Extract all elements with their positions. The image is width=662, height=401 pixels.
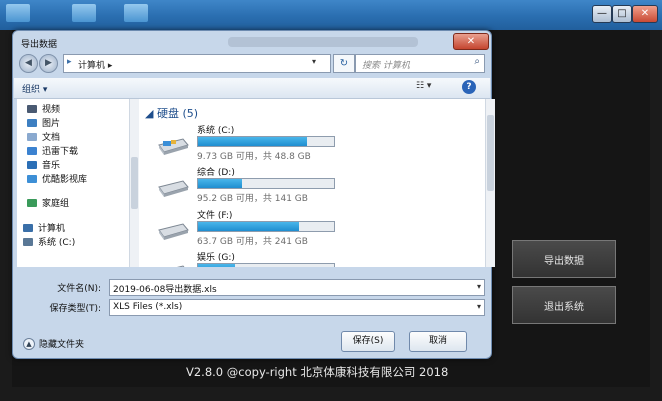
drive-item[interactable]: 文件 (F:) 63.7 GB 可用，共 241 GB xyxy=(157,208,457,252)
drive-item[interactable]: 娱乐 (G:) xyxy=(157,250,457,267)
sidebar-item[interactable]: 音乐 xyxy=(27,158,60,171)
sidebar-item-label: 图片 xyxy=(42,119,61,129)
library-icon xyxy=(27,174,37,183)
download-icon xyxy=(27,146,37,155)
sidebar-item[interactable]: 图片 xyxy=(27,116,60,129)
maximize-button[interactable]: □ xyxy=(612,5,632,23)
forward-icon[interactable]: ▶ xyxy=(39,54,58,73)
sidebar-item[interactable]: 优酷影视库 xyxy=(27,172,87,185)
filename-value: 2019-06-08导出数据.xls xyxy=(113,285,217,295)
hide-folders-label: 隐藏文件夹 xyxy=(39,340,85,350)
drive-usage-bar xyxy=(197,263,335,267)
navigation-bar: ◀ ▶ ▸ 计算机 ▸ ▾ ↻ 搜索 计算机 ⌕ xyxy=(19,53,485,73)
view-options-icon[interactable]: ☷ ▾ xyxy=(416,81,431,91)
dialog-title: 导出数据 xyxy=(21,40,58,50)
dialog-toolbar: 组织 ▾ ☷ ▾ ? xyxy=(14,78,490,99)
file-list-scroll-thumb[interactable] xyxy=(487,115,494,191)
sidebar-item[interactable]: 视频 xyxy=(27,102,60,115)
drive-space-info: 9.73 GB 可用，共 48.8 GB xyxy=(197,152,311,162)
hard-drive-icon xyxy=(158,138,189,155)
file-list-pane: ◢ 硬盘 (5) 系统 (C:) 9.73 GB 可用，共 48.8 GB 综合 (… xyxy=(139,99,485,267)
drive-c-icon xyxy=(23,237,33,246)
hard-drive-icon xyxy=(158,223,189,240)
picture-icon xyxy=(27,118,37,127)
homegroup-icon xyxy=(27,198,37,207)
filename-input[interactable]: 2019-06-08导出数据.xls ▾ xyxy=(109,279,485,296)
drive-space-info: 95.2 GB 可用，共 141 GB xyxy=(197,194,308,204)
computer-icon xyxy=(23,223,33,232)
collapse-icon: ▲ xyxy=(23,337,35,350)
search-icon[interactable]: ⌕ xyxy=(474,56,480,67)
navigation-pane: 视频图片文档迅雷下载音乐优酷影视库家庭组计算机系统 (C:) xyxy=(17,99,130,267)
close-button[interactable]: ✕ xyxy=(632,5,658,23)
sidebar-item-label: 计算机 xyxy=(38,224,66,234)
search-input[interactable]: 搜索 计算机 ⌕ xyxy=(355,54,485,73)
drive-usage-bar xyxy=(197,221,335,232)
minimize-button[interactable]: — xyxy=(592,5,612,23)
drive-item[interactable]: 系统 (C:) 9.73 GB 可用，共 48.8 GB xyxy=(157,123,457,167)
sidebar-item[interactable]: 文档 xyxy=(27,130,60,143)
dialog-close-button[interactable]: ✕ xyxy=(453,33,489,50)
app-tab-icon[interactable] xyxy=(72,4,96,22)
address-computer-icon: ▸ xyxy=(67,57,72,67)
address-bar[interactable]: ▸ 计算机 ▸ ▾ xyxy=(63,54,331,73)
organize-menu[interactable]: 组织 ▾ xyxy=(22,82,47,95)
drive-usage-fill xyxy=(198,222,299,231)
help-icon[interactable]: ? xyxy=(462,80,476,94)
sidebar-item-label: 音乐 xyxy=(42,161,61,171)
drive-item[interactable]: 综合 (D:) 95.2 GB 可用，共 141 GB xyxy=(157,165,457,209)
music-icon xyxy=(27,160,37,169)
drive-usage-bar xyxy=(197,136,335,147)
sidebar-item-label: 系统 (C:) xyxy=(38,238,76,248)
chevron-down-icon[interactable]: ▾ xyxy=(477,282,481,291)
save-button[interactable]: 保存(S) xyxy=(341,331,395,352)
sidebar-item-label: 家庭组 xyxy=(42,199,70,209)
drive-usage-fill xyxy=(198,264,235,267)
search-placeholder: 搜索 计算机 xyxy=(362,61,410,71)
sidebar-item[interactable]: 计算机 xyxy=(23,221,65,234)
filetype-value: XLS Files (*.xls) xyxy=(113,302,183,312)
navigation-scrollbar[interactable] xyxy=(129,99,139,267)
app-tab-icon[interactable] xyxy=(124,4,148,22)
drive-name: 系统 (C:) xyxy=(197,126,235,136)
footer-copyright: V2.8.0 @copy-right 北京体康科技有限公司 2018 xyxy=(186,365,449,379)
app-icon xyxy=(6,4,30,22)
file-list-scrollbar[interactable] xyxy=(485,99,495,267)
hard-drive-icon xyxy=(158,180,189,197)
filetype-select[interactable]: XLS Files (*.xls) ▾ xyxy=(109,299,485,316)
drive-usage-fill xyxy=(198,179,242,188)
drive-name: 综合 (D:) xyxy=(197,168,235,178)
hide-folders-toggle[interactable]: ▲ 隐藏文件夹 xyxy=(23,337,84,350)
drive-group-header[interactable]: ◢ 硬盘 (5) xyxy=(145,105,198,121)
filename-label: 文件名(N): xyxy=(57,284,101,294)
address-text: 计算机 ▸ xyxy=(78,61,113,71)
chevron-down-icon[interactable]: ▾ xyxy=(477,302,481,311)
document-icon xyxy=(27,132,37,141)
app-titlebar: — □ ✕ xyxy=(0,0,662,30)
drive-name: 娱乐 (G:) xyxy=(197,253,235,263)
export-data-button[interactable]: 导出数据 xyxy=(512,240,616,278)
refresh-button[interactable]: ↻ xyxy=(333,54,355,73)
video-icon xyxy=(27,104,37,113)
sidebar-item-label: 优酷影视库 xyxy=(42,175,88,185)
dialog-title-obscured xyxy=(228,37,418,47)
hard-drive-icon xyxy=(176,265,185,267)
drive-usage-bar xyxy=(197,178,335,189)
drive-space-info: 63.7 GB 可用，共 241 GB xyxy=(197,237,308,247)
sidebar-item[interactable]: 系统 (C:) xyxy=(23,235,75,248)
drive-usage-fill xyxy=(198,137,307,146)
sidebar-item-label: 视频 xyxy=(42,105,61,115)
sidebar-item[interactable]: 迅雷下载 xyxy=(27,144,78,157)
sidebar-item-label: 迅雷下载 xyxy=(42,147,79,157)
address-dropdown-icon[interactable]: ▾ xyxy=(312,57,316,66)
sidebar-item[interactable]: 家庭组 xyxy=(27,196,69,209)
back-icon[interactable]: ◀ xyxy=(19,54,38,73)
filetype-label: 保存类型(T): xyxy=(49,304,101,314)
sidebar-item-label: 文档 xyxy=(42,133,61,143)
exit-system-button[interactable]: 退出系统 xyxy=(512,286,616,324)
drive-name: 文件 (F:) xyxy=(197,211,233,221)
cancel-button[interactable]: 取消 xyxy=(409,331,467,352)
save-dialog: 导出数据 ✕ ◀ ▶ ▸ 计算机 ▸ ▾ ↻ 搜索 计算机 ⌕ 组织 ▾ ☷ ▾… xyxy=(12,30,495,359)
navigation-scroll-thumb[interactable] xyxy=(131,157,138,209)
